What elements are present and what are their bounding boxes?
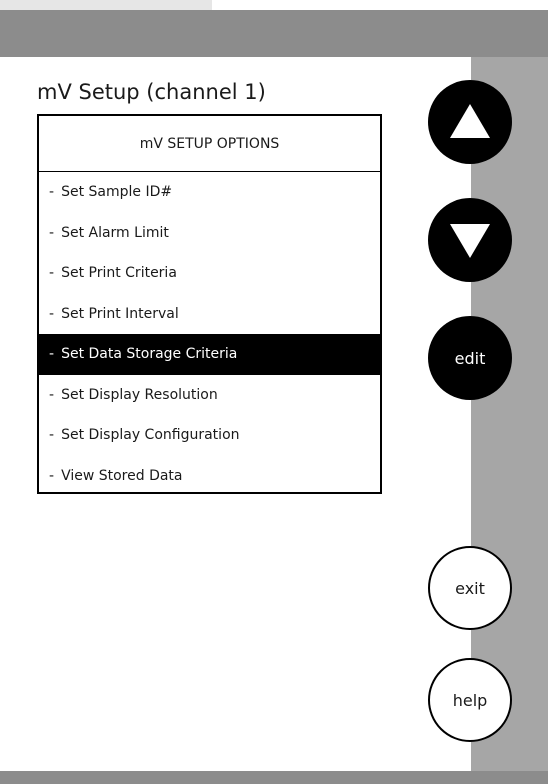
option-bullet: -: [49, 346, 55, 363]
edit-button-label: edit: [454, 348, 486, 368]
scroll-down-button[interactable]: [428, 198, 512, 282]
option-label: Set Data Storage Criteria: [61, 346, 238, 363]
help-button-label: help: [452, 690, 488, 710]
triangle-down-icon: [450, 224, 490, 258]
exit-button[interactable]: exit: [428, 546, 512, 630]
option-set-alarm-limit[interactable]: - Set Alarm Limit: [39, 213, 380, 254]
exit-button-label: exit: [455, 578, 485, 598]
option-bullet: -: [49, 427, 55, 444]
option-bullet: -: [49, 184, 55, 201]
option-bullet: -: [49, 224, 55, 241]
option-set-sample-id[interactable]: - Set Sample ID#: [39, 172, 380, 213]
option-label: Set Alarm Limit: [61, 224, 169, 241]
top-left-strip: [0, 0, 212, 10]
edit-button[interactable]: edit: [428, 316, 512, 400]
scroll-up-button[interactable]: [428, 80, 512, 164]
help-button[interactable]: help: [428, 658, 512, 742]
header-bar: [0, 10, 548, 57]
option-bullet: -: [49, 305, 55, 322]
option-set-data-storage-criteria[interactable]: - Set Data Storage Criteria: [39, 334, 380, 375]
option-bullet: -: [49, 265, 55, 282]
options-menu: mV SETUP OPTIONS - Set Sample ID# - Set …: [37, 114, 382, 494]
option-label: Set Print Criteria: [61, 265, 177, 282]
option-label: Set Display Resolution: [61, 386, 218, 403]
option-label: Set Sample ID#: [61, 184, 173, 201]
option-view-stored-data[interactable]: - View Stored Data: [39, 456, 380, 497]
option-label: Set Print Interval: [61, 305, 179, 322]
option-label: Set Display Configuration: [61, 427, 240, 444]
page-title: mV Setup (channel 1): [37, 80, 266, 104]
options-list: - Set Sample ID# - Set Alarm Limit - Set…: [39, 172, 380, 496]
option-set-display-configuration[interactable]: - Set Display Configuration: [39, 415, 380, 456]
option-set-display-resolution[interactable]: - Set Display Resolution: [39, 375, 380, 416]
option-label: View Stored Data: [61, 467, 183, 484]
triangle-up-icon: [450, 104, 490, 138]
bottom-bar: [0, 771, 548, 784]
option-bullet: -: [49, 386, 55, 403]
option-set-print-interval[interactable]: - Set Print Interval: [39, 294, 380, 335]
options-menu-header: mV SETUP OPTIONS: [39, 116, 380, 172]
option-set-print-criteria[interactable]: - Set Print Criteria: [39, 253, 380, 294]
option-bullet: -: [49, 467, 55, 484]
